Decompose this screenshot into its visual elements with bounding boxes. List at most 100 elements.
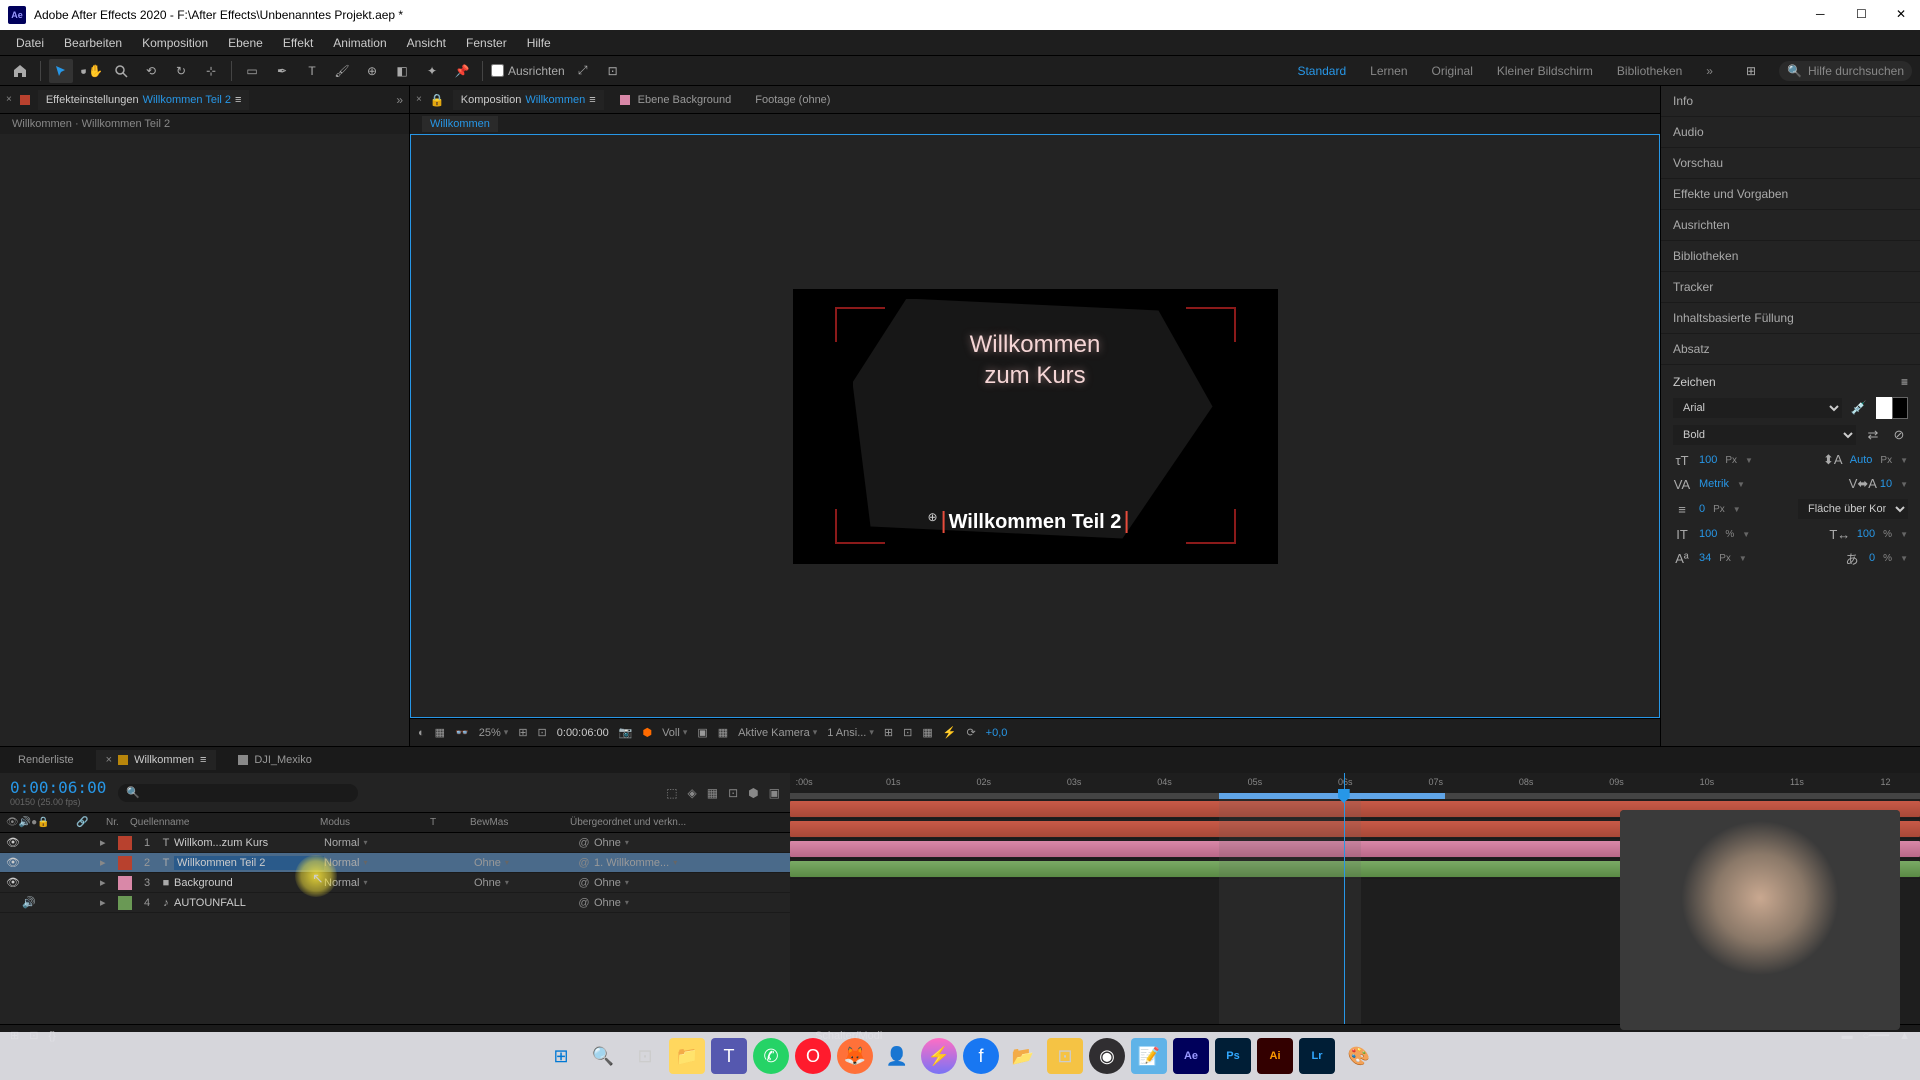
alpha-toggle[interactable]: ◐ [418, 727, 425, 739]
char-panel-menu[interactable]: ≡ [1901, 375, 1908, 389]
swap-colors-icon[interactable]: ⇄ [1864, 426, 1882, 444]
panel-effekte[interactable]: Effekte und Vorgaben [1661, 179, 1920, 210]
snap-opt1[interactable]: ⤢ [571, 59, 595, 83]
zoom-dropdown[interactable]: 25% [479, 727, 509, 739]
panel-tracker[interactable]: Tracker [1661, 272, 1920, 303]
expand-icon[interactable]: ▸ [100, 836, 114, 849]
anchor-tool[interactable]: ⊹ [199, 59, 223, 83]
pickwhip-icon[interactable]: @ [574, 877, 594, 889]
timeline-search[interactable] [118, 784, 358, 802]
vscale-value[interactable]: 100 [1699, 528, 1717, 540]
mask-toggle[interactable]: 👓 [455, 726, 469, 739]
panel-menu[interactable]: » [396, 93, 403, 107]
layer-row-1[interactable]: 👁 ▸ 1 T Willkom...zum Kurs Normal▾ @ Ohn… [0, 833, 790, 853]
messenger-icon[interactable]: ⚡ [921, 1038, 957, 1074]
eye-icon[interactable]: 👁 [6, 876, 20, 889]
composition-viewer[interactable]: Willkommen zum Kurs Willkommen Teil 2 ⊕ [410, 134, 1660, 718]
kerning-value[interactable]: Metrik [1699, 478, 1729, 490]
view-opt5[interactable]: ⟳ [966, 726, 975, 739]
channel-toggle[interactable]: ▦ [435, 726, 445, 739]
pen-tool[interactable]: ✒ [270, 59, 294, 83]
menu-fenster[interactable]: Fenster [458, 32, 515, 54]
obs-icon[interactable]: ◉ [1089, 1038, 1125, 1074]
hand-tool[interactable]: ✋ [79, 59, 103, 83]
view-opt3[interactable]: ▦ [922, 726, 932, 739]
text-tool[interactable]: T [300, 59, 324, 83]
speaker-icon[interactable]: 🔊 [22, 896, 36, 909]
workspace-lernen[interactable]: Lernen [1370, 60, 1407, 82]
ai-taskbar-icon[interactable]: Ai [1257, 1038, 1293, 1074]
panel-vorschau[interactable]: Vorschau [1661, 148, 1920, 179]
camera-dropdown[interactable]: Aktive Kamera [738, 727, 817, 739]
sub-text-layer[interactable]: Willkommen Teil 2 [943, 511, 1128, 534]
no-color-icon[interactable]: ⊘ [1890, 426, 1908, 444]
explorer-icon[interactable]: 📁 [669, 1038, 705, 1074]
views-dropdown[interactable]: 1 Ansi... [827, 727, 874, 739]
label-color[interactable] [118, 836, 132, 850]
res-toggle[interactable]: ⊞ [518, 726, 527, 739]
font-family-dropdown[interactable]: Arial [1673, 398, 1842, 418]
font-style-dropdown[interactable]: Bold [1673, 425, 1856, 445]
menu-ebene[interactable]: Ebene [220, 32, 271, 54]
panel-info[interactable]: Info [1661, 86, 1920, 117]
help-search[interactable]: 🔍 Hilfe durchsuchen [1779, 61, 1912, 81]
eraser-tool[interactable]: ◧ [390, 59, 414, 83]
menu-datei[interactable]: Datei [8, 32, 52, 54]
whatsapp-icon[interactable]: ✆ [753, 1038, 789, 1074]
tab-dji[interactable]: DJI_Mexiko [228, 750, 321, 770]
layer-name[interactable]: AUTOUNFALL [174, 897, 324, 909]
tab-willkommen[interactable]: × Willkommen ≡ [96, 750, 217, 770]
transparency-toggle[interactable]: ▦ [718, 726, 728, 739]
orbit-tool[interactable]: ⟲ [139, 59, 163, 83]
layer-row-3[interactable]: 👁 ▸ 3 ■ Background Normal▾ Ohne▾ @ Ohne▾ [0, 873, 790, 893]
eye-icon[interactable]: 👁 [6, 836, 20, 849]
workspace-standard[interactable]: Standard [1297, 60, 1346, 82]
close-button[interactable]: ✕ [1896, 7, 1912, 23]
baseline-value[interactable]: 34 [1699, 552, 1711, 564]
resolution-dropdown[interactable]: Voll [662, 727, 687, 739]
layer-name[interactable]: Willkom...zum Kurs [174, 837, 324, 849]
app-icon-1[interactable]: 👤 [879, 1038, 915, 1074]
grid-toggle[interactable]: ⊡ [538, 726, 547, 739]
tl-icon-5[interactable]: ⬢ [748, 786, 758, 800]
tl-icon-6[interactable]: ▣ [769, 786, 780, 800]
folder-icon[interactable]: 📂 [1005, 1038, 1041, 1074]
start-button[interactable]: ⊞ [543, 1038, 579, 1074]
roi-toggle[interactable]: ▣ [697, 726, 707, 739]
time-ruler[interactable]: :00s 01s 02s 03s 04s 05s 06s 07s 08s 09s… [790, 773, 1920, 799]
panel-bibliotheken[interactable]: Bibliotheken [1661, 241, 1920, 272]
panel-close[interactable]: × [6, 94, 12, 105]
leading-value[interactable]: Auto [1850, 454, 1873, 466]
ps-taskbar-icon[interactable]: Ps [1215, 1038, 1251, 1074]
snapshot-button[interactable]: 📷 [619, 726, 633, 739]
rectangle-tool[interactable]: ▭ [240, 59, 264, 83]
comp-tab-main[interactable]: Komposition Willkommen ≡ [453, 90, 604, 110]
stroke-width-value[interactable]: 0 [1699, 503, 1705, 515]
pickwhip-icon[interactable]: @ [574, 837, 594, 849]
expand-icon[interactable]: ▸ [100, 856, 114, 869]
comp-tab-layer[interactable]: Ebene Background [612, 90, 740, 110]
pickwhip-icon[interactable]: @ [574, 857, 594, 869]
maximize-button[interactable]: ☐ [1856, 7, 1872, 23]
opera-icon[interactable]: O [795, 1038, 831, 1074]
workspace-reset[interactable]: ⊞ [1739, 59, 1763, 83]
snap-opt2[interactable]: ⊡ [601, 59, 625, 83]
hscale-value[interactable]: 100 [1857, 528, 1875, 540]
teams-icon[interactable]: T [711, 1038, 747, 1074]
snap-checkbox[interactable]: Ausrichten [491, 64, 565, 78]
puppet-tool[interactable]: 📌 [450, 59, 474, 83]
tl-icon-1[interactable]: ⬚ [666, 786, 677, 800]
time-display[interactable]: 0:00:06:00 [557, 727, 609, 739]
layer-row-2[interactable]: 👁 ▸ 2 T Willkommen Teil 2 Normal▾ Ohne▾ … [0, 853, 790, 873]
panel-audio[interactable]: Audio [1661, 117, 1920, 148]
tl-icon-2[interactable]: ◈ [688, 786, 697, 800]
facebook-icon[interactable]: f [963, 1038, 999, 1074]
menu-hilfe[interactable]: Hilfe [519, 32, 559, 54]
panel-content-fill[interactable]: Inhaltsbasierte Füllung [1661, 303, 1920, 334]
home-tool[interactable] [8, 59, 32, 83]
menu-animation[interactable]: Animation [325, 32, 394, 54]
task-view[interactable]: ⊡ [627, 1038, 663, 1074]
workspace-more[interactable]: » [1706, 60, 1713, 82]
tl-icon-4[interactable]: ⊡ [728, 786, 738, 800]
label-color[interactable] [118, 876, 132, 890]
